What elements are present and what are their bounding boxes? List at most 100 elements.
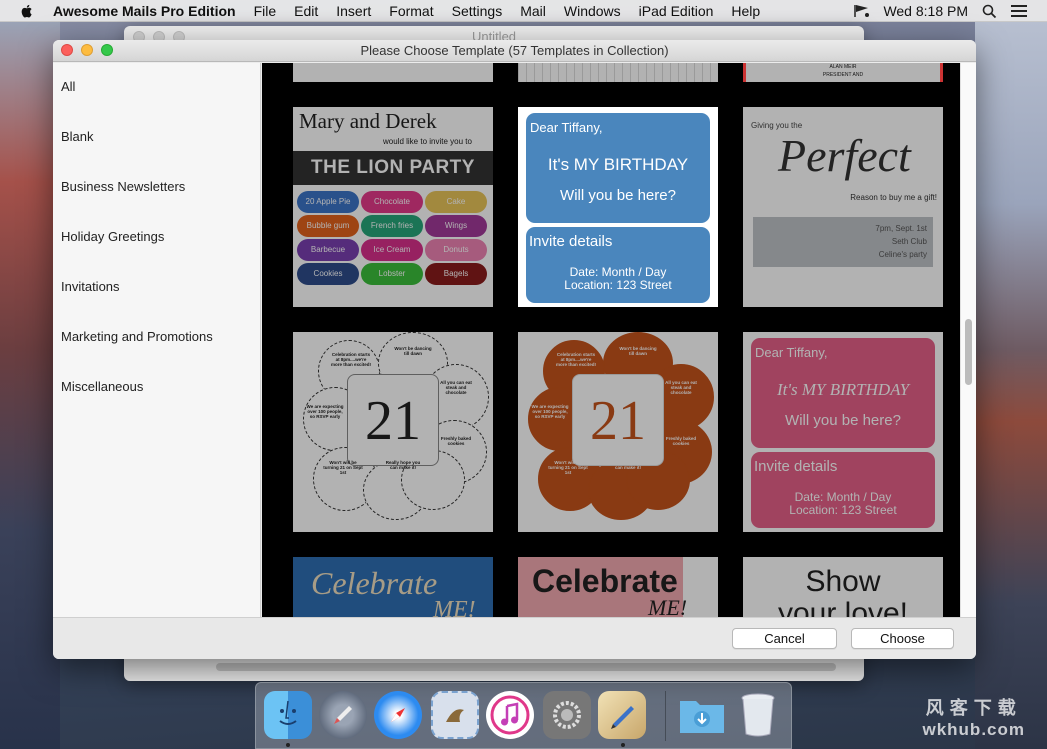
choose-button[interactable]: Choose <box>851 628 954 649</box>
birthday-question: Will you be here? <box>560 187 676 204</box>
background-horizontal-scrollbar[interactable] <box>216 663 836 671</box>
perfect-word: Perfect <box>778 130 911 181</box>
birthday-location: Location: 123 Street <box>564 278 672 292</box>
bubble-text: Celebration starts at 8pm....we're more … <box>556 352 597 367</box>
watermark-chinese: 风客下载 <box>925 698 1022 718</box>
dialog-button-bar: Cancel Choose <box>53 617 976 659</box>
menu-windows[interactable]: Windows <box>564 3 621 19</box>
lion-party-names: Mary and Derek <box>299 109 437 133</box>
scrollbar-thumb[interactable] <box>965 319 972 385</box>
template-21-orange[interactable]: 21 Celebration starts at 8pm....we're mo… <box>518 332 718 532</box>
food-pill: French fries <box>361 215 423 237</box>
bubble-text: Celebration starts at 8pm....we're more … <box>331 352 372 367</box>
spotlight-search-icon[interactable] <box>982 4 997 19</box>
bubble-text: Really hope you can make it! <box>610 460 646 470</box>
category-invitations[interactable]: Invitations <box>61 277 251 297</box>
flag-icon[interactable] <box>853 4 871 18</box>
safari-icon[interactable] <box>374 691 422 739</box>
template-lion-party[interactable]: Mary and Derek would like to invite you … <box>293 107 493 307</box>
template-show-your-love[interactable]: Show your love! <box>743 557 943 617</box>
template-thumbnail-partial-3[interactable]: ALAN MEIR PRESIDENT AND <box>743 63 943 82</box>
running-indicator <box>621 743 625 747</box>
dialog-title: Please Choose Template (57 Templates in … <box>360 43 669 58</box>
bubble-text: All you can eat steak and chocolate <box>440 380 472 395</box>
desktop-wallpaper-left <box>0 22 60 749</box>
menu-edit[interactable]: Edit <box>294 3 318 19</box>
template-celebrate-pink[interactable]: Celebrate ME! <box>518 557 718 617</box>
menu-insert[interactable]: Insert <box>336 3 371 19</box>
celebrate-word: Celebrate <box>311 565 438 601</box>
menu-format[interactable]: Format <box>389 3 433 19</box>
template-perfect-gift[interactable]: Giving you the Perfect Reason to buy me … <box>743 107 943 307</box>
menu-file[interactable]: File <box>254 3 277 19</box>
bubble-text: Won't will be turning 21 on Sept 1st <box>548 460 588 475</box>
twenty-one-number: 21 <box>572 374 664 466</box>
template-birthday-pink[interactable]: Dear Tiffany, It's MY BIRTHDAY Will you … <box>743 332 943 532</box>
launchpad-icon[interactable] <box>319 691 367 739</box>
perfect-venue: Seth Club <box>891 237 927 246</box>
app-name-menu[interactable]: Awesome Mails Pro Edition <box>53 3 236 19</box>
food-pill: Barbecue <box>297 239 359 261</box>
category-all[interactable]: All <box>61 77 251 97</box>
close-window-button[interactable] <box>61 44 73 56</box>
downloads-folder-icon[interactable] <box>678 691 726 739</box>
category-marketing-promotions[interactable]: Marketing and Promotions <box>61 327 251 347</box>
bubble-text: Won't be dancing till dawn <box>394 346 432 356</box>
template-celebrate-blue[interactable]: Celebrate ME! <box>293 557 493 617</box>
dock <box>255 682 792 749</box>
bubble-text: All you can eat steak and chocolate <box>665 380 697 395</box>
template-thumbnail-partial-2[interactable] <box>518 63 718 82</box>
system-preferences-icon[interactable] <box>543 691 591 739</box>
bubble-text: We are expecting over 100 people, so RSV… <box>306 404 344 419</box>
itunes-icon[interactable] <box>486 691 534 739</box>
birthday-invite-heading: Invite details <box>529 233 613 250</box>
menu-help[interactable]: Help <box>731 3 760 19</box>
notification-center-icon[interactable] <box>1011 5 1027 17</box>
celebrate-me: ME! <box>648 595 688 617</box>
food-pill: Bagels <box>425 263 487 285</box>
perfect-party: Celine's party <box>878 250 927 259</box>
food-pill: Cake <box>425 191 487 213</box>
menubar-clock[interactable]: Wed 8:18 PM <box>883 3 968 19</box>
category-business-newsletters[interactable]: Business Newsletters <box>61 177 251 197</box>
bubble-text: Freshly baked cookies <box>665 436 697 446</box>
show-word: Show <box>805 565 881 598</box>
birthday-date: Date: Month / Day <box>569 265 667 279</box>
menu-mail[interactable]: Mail <box>520 3 546 19</box>
food-pill: Bubble gum <box>297 215 359 237</box>
template-thumbnail-partial-1[interactable] <box>293 63 493 82</box>
template-chooser-dialog: Please Choose Template (57 Templates in … <box>53 40 976 659</box>
category-holiday-greetings[interactable]: Holiday Greetings <box>61 227 251 247</box>
celebrate-me: ME! <box>433 597 476 617</box>
template-21-white[interactable]: 21 Celebration starts at 8pm....we're mo… <box>293 332 493 532</box>
cancel-button[interactable]: Cancel <box>732 628 837 649</box>
category-miscellaneous[interactable]: Miscellaneous <box>61 377 251 397</box>
love-words: your love! <box>777 597 909 617</box>
menu-settings[interactable]: Settings <box>452 3 503 19</box>
template-birthday-blue-selected[interactable]: Dear Tiffany, It's MY BIRTHDAY Will you … <box>518 107 718 307</box>
food-pill: Cookies <box>297 263 359 285</box>
minimize-window-button[interactable] <box>81 44 93 56</box>
site-watermark: 风客下载 wkhub.com <box>922 694 1025 740</box>
watermark-domain: wkhub.com <box>922 720 1025 739</box>
apple-menu-icon[interactable] <box>19 3 35 19</box>
birthday-invite-heading: Invite details <box>754 458 838 475</box>
category-blank[interactable]: Blank <box>61 127 251 147</box>
food-pill: Donuts <box>425 239 487 261</box>
finder-icon[interactable] <box>264 691 312 739</box>
zoom-window-button[interactable] <box>101 44 113 56</box>
perfect-time: 7pm, Sept. 1st <box>875 224 927 233</box>
gallery-vertical-scrollbar[interactable] <box>960 63 976 617</box>
bubble-text: We are expecting over 100 people, so RSV… <box>531 404 569 419</box>
food-pill: Chocolate <box>361 191 423 213</box>
birthday-headline: It's MY BIRTHDAY <box>776 380 910 399</box>
trash-icon[interactable] <box>734 691 782 739</box>
menu-bar: Awesome Mails Pro Edition File Edit Inse… <box>0 0 1047 22</box>
awesome-mails-icon[interactable] <box>598 691 646 739</box>
bubble-text: Really hope you can make it! <box>385 460 421 470</box>
mail-stamp-icon[interactable] <box>431 691 479 739</box>
food-pill: 20 Apple Pie <box>297 191 359 213</box>
birthday-date: Date: Month / Day <box>794 490 892 504</box>
lion-party-subtitle: would like to invite you to <box>383 137 472 146</box>
menu-ipad-edition[interactable]: iPad Edition <box>639 3 714 19</box>
